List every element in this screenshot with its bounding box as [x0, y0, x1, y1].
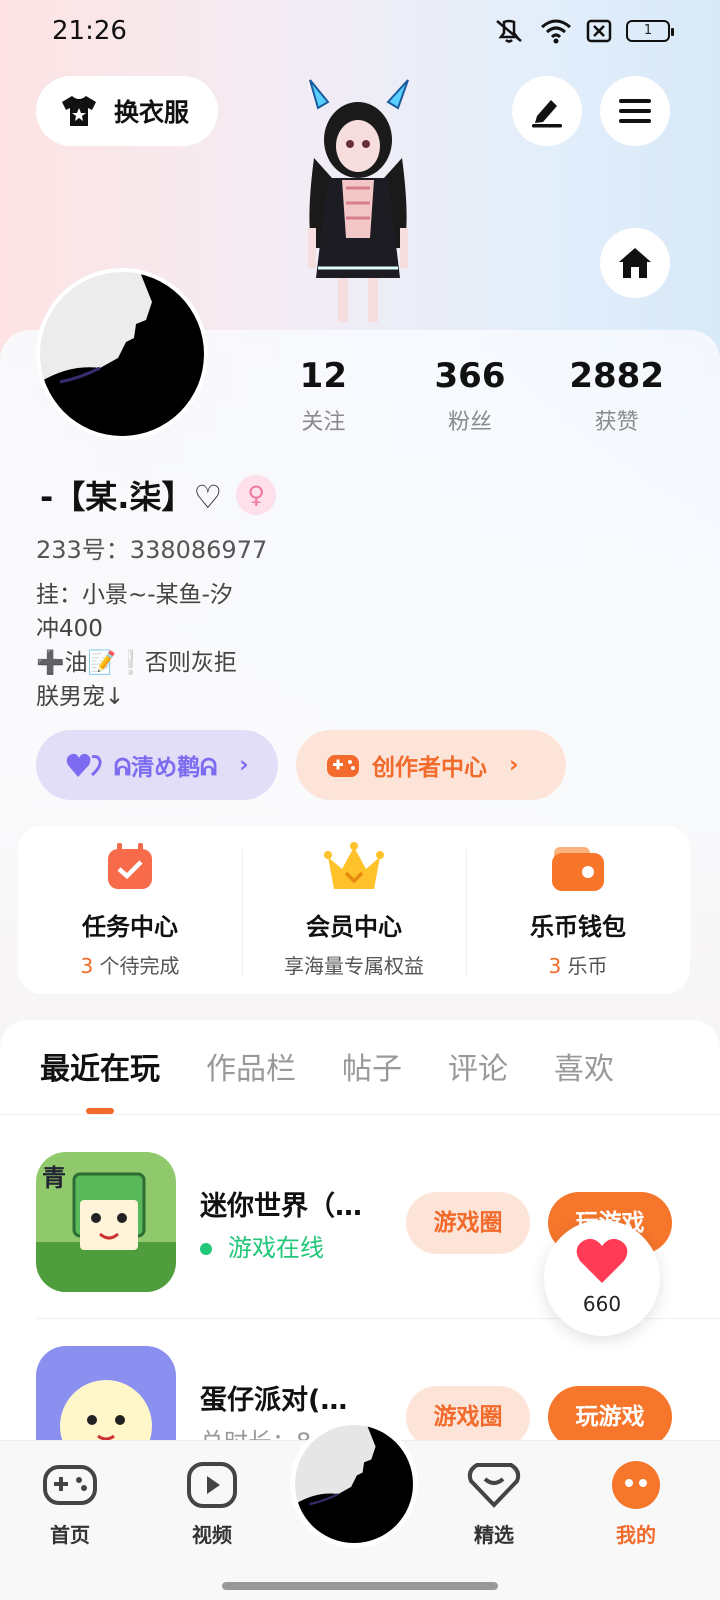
tab-works[interactable]: 作品栏 — [206, 1044, 296, 1088]
video-play-icon — [187, 1462, 237, 1508]
vip-center-entry[interactable]: 会员中心 享海量专属权益 — [242, 841, 466, 979]
outfit-button[interactable]: 换衣服 — [36, 76, 218, 146]
sim-icon — [586, 19, 612, 43]
home-button[interactable] — [600, 228, 670, 298]
game-status: 游戏在线 — [200, 1228, 324, 1263]
like-count: 660 — [582, 1292, 622, 1316]
nav-label: 我的 — [616, 1523, 656, 1547]
edit-pen-icon — [532, 100, 562, 128]
stat-label: 粉丝 — [448, 410, 493, 435]
intimacy-tag-label: ᕱ清め鹳ᕱ — [114, 755, 218, 781]
nav-label: 首页 — [50, 1523, 90, 1547]
profile-stats: 12 关注 366 粉丝 2882 获赞 — [250, 356, 690, 436]
game-circle-button[interactable]: 游戏圈 — [406, 1192, 530, 1254]
bio-line: 朕男宠↓ — [36, 684, 125, 710]
stat-number: 2882 — [569, 356, 664, 396]
avatar-silhouette-image — [295, 1425, 413, 1543]
game-icon-eggy-party[interactable] — [36, 1346, 176, 1440]
tab-comments[interactable]: 评论 — [448, 1044, 508, 1088]
nav-label: 视频 — [192, 1523, 232, 1547]
creator-center-label: 创作者中心 — [372, 755, 487, 781]
hamburger-icon — [619, 99, 651, 123]
gamepad-icon — [43, 1465, 97, 1505]
chevron-right-icon: › — [239, 752, 249, 778]
nav-home[interactable]: 首页 — [20, 1457, 120, 1548]
user-id[interactable]: 233号：338086977 — [36, 530, 267, 565]
stat-label: 关注 — [301, 410, 346, 435]
outfit-label: 换衣服 — [114, 98, 190, 127]
online-dot-icon — [200, 1243, 212, 1255]
game-circle-button[interactable]: 游戏圈 — [406, 1386, 530, 1440]
card-count: 3 — [80, 954, 94, 978]
nav-video[interactable]: 视频 — [162, 1457, 262, 1548]
profile-face-icon — [612, 1461, 660, 1509]
game-status-text: 游戏在线 — [228, 1234, 324, 1262]
gamepad-icon — [327, 755, 359, 777]
profile-tabs: 最近在玩 作品栏 帖子 评论 喜欢 — [0, 1044, 720, 1114]
svg-text:青: 青 — [42, 1164, 66, 1192]
heart-icon — [576, 1238, 628, 1283]
stat-likes[interactable]: 2882 获赞 — [543, 356, 690, 436]
card-subtitle-text: 乐币 — [567, 954, 608, 978]
quick-access-card: 任务中心 3 个待完成 会员中心 享海量专属权益 乐币钱包 3 乐币 — [18, 826, 690, 994]
bio-line: 冲400 — [36, 616, 103, 642]
tab-recently-played[interactable]: 最近在玩 — [40, 1044, 160, 1114]
card-subtitle: 3 个待完成 — [18, 950, 242, 979]
stat-label: 获赞 — [594, 410, 639, 435]
bio-line: 挂：小景~-某鱼-汐 — [36, 582, 233, 608]
status-time: 21:26 — [52, 16, 127, 46]
home-indicator[interactable] — [222, 1582, 498, 1590]
intimacy-tag-button[interactable]: ᕱ清め鹳ᕱ › — [36, 730, 278, 800]
game-icon-mini-world[interactable]: 青 — [36, 1152, 176, 1292]
card-count: 3 — [548, 954, 562, 978]
stat-following[interactable]: 12 关注 — [250, 356, 397, 436]
status-bar: 21:26 1 — [0, 0, 720, 64]
chevron-right-icon: › — [509, 752, 519, 778]
nav-mine[interactable]: 我的 — [586, 1457, 686, 1548]
crown-icon — [324, 842, 384, 889]
wallet-icon — [552, 847, 604, 891]
battery-icon: 1 — [626, 20, 674, 42]
card-title: 任务中心 — [82, 913, 178, 941]
battery-level: 1 — [643, 23, 653, 38]
game-name: 蛋仔派对(… — [200, 1385, 348, 1416]
floating-like-button[interactable]: 660 — [544, 1220, 660, 1336]
wifi-icon — [541, 19, 571, 44]
tab-divider — [0, 1114, 720, 1115]
nav-featured[interactable]: 精选 — [444, 1457, 544, 1548]
tab-likes[interactable]: 喜欢 — [554, 1044, 614, 1088]
task-center-entry[interactable]: 任务中心 3 个待完成 — [18, 841, 242, 979]
card-subtitle: 3 乐币 — [466, 950, 690, 979]
stat-followers[interactable]: 366 粉丝 — [397, 356, 544, 436]
house-icon — [619, 248, 651, 278]
female-gender-icon: ♀ — [236, 475, 277, 515]
card-title: 会员中心 — [306, 913, 402, 941]
game-name: 迷你世界（… — [200, 1191, 362, 1222]
card-title: 乐币钱包 — [530, 913, 626, 941]
mute-icon — [496, 19, 522, 43]
card-subtitle-text: 享海量专属权益 — [284, 954, 424, 978]
card-subtitle-text: 个待完成 — [99, 954, 180, 978]
nickname: -【某.柒】♡ — [40, 478, 223, 516]
heart-diamond-icon — [467, 1463, 521, 1508]
avatar-character-image[interactable] — [288, 78, 428, 328]
creator-center-button[interactable]: 创作者中心 › — [296, 730, 566, 800]
calendar-check-icon — [108, 843, 152, 889]
profile-avatar[interactable] — [36, 268, 208, 440]
nickname-row: -【某.柒】♡ ♀ — [40, 472, 277, 518]
play-game-button[interactable]: 玩游戏 — [548, 1386, 672, 1440]
tshirt-icon — [62, 96, 96, 126]
stat-number: 12 — [299, 356, 347, 396]
nav-label: 精选 — [474, 1523, 514, 1547]
tab-posts[interactable]: 帖子 — [342, 1044, 402, 1088]
bio-line: ➕油📝❕否则灰拒 — [36, 650, 237, 676]
bio: 挂：小景~-某鱼-汐 冲400 ➕油📝❕否则灰拒 朕男宠↓ — [36, 578, 237, 714]
menu-button[interactable] — [600, 76, 670, 146]
coin-wallet-entry[interactable]: 乐币钱包 3 乐币 — [466, 841, 690, 979]
edit-button[interactable] — [512, 76, 582, 146]
avatar-silhouette-image — [40, 272, 204, 436]
stat-number: 366 — [434, 356, 506, 396]
nav-center-avatar[interactable] — [290, 1420, 418, 1548]
double-heart-icon — [66, 753, 102, 777]
